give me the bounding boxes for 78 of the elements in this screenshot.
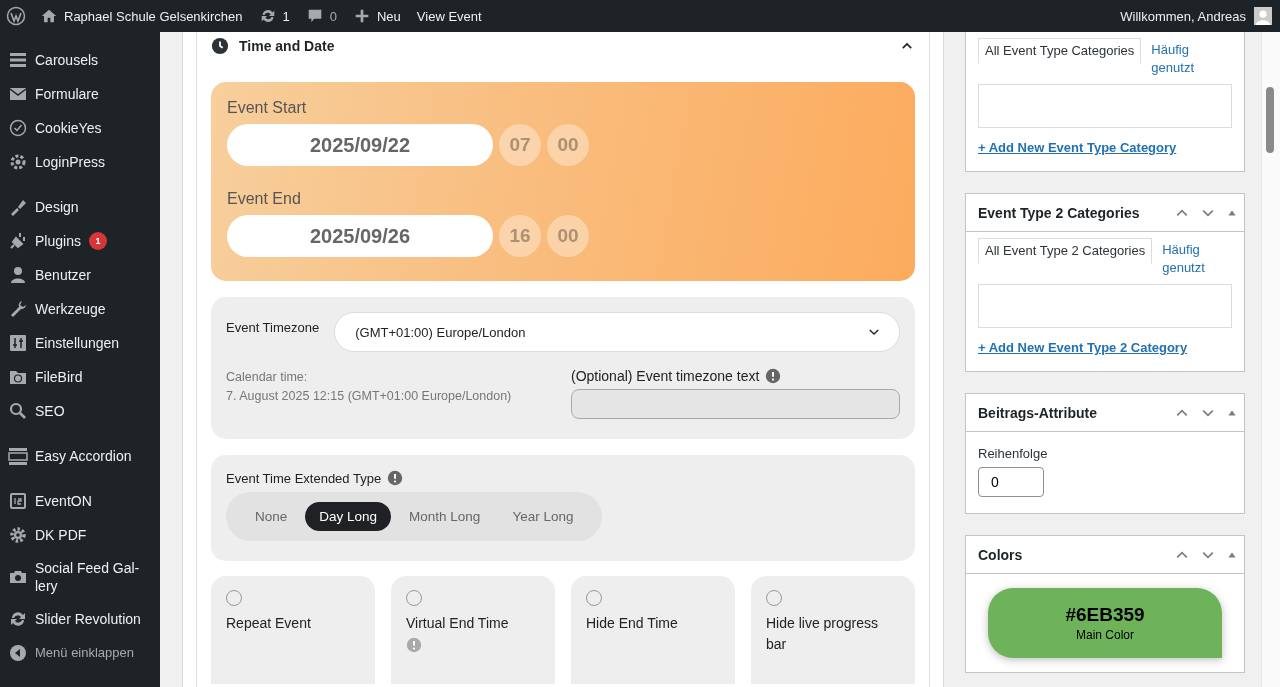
refresh-icon bbox=[8, 609, 28, 629]
sidebar-item[interactable]: Einstellungen bbox=[0, 326, 160, 360]
field-label: Event Start bbox=[227, 99, 308, 117]
field-label: Event Timezone bbox=[226, 319, 320, 335]
clock-check-icon bbox=[8, 118, 28, 138]
info-icon bbox=[387, 470, 404, 486]
sidebar-item[interactable]: Plugins 1 bbox=[0, 224, 160, 258]
search-icon bbox=[8, 401, 28, 421]
scrollbar[interactable] bbox=[1261, 32, 1280, 687]
date-field[interactable]: 2025/09/22 bbox=[227, 124, 493, 166]
color-swatch[interactable]: #6EB359 Main Color bbox=[988, 588, 1222, 658]
color-label: Main Color bbox=[1076, 628, 1134, 642]
category-tab[interactable]: All Event Type 2 Categories bbox=[978, 238, 1153, 264]
calendar-time-value: 7. August 2025 12:15 (GMT+01:00 Europe/London) bbox=[226, 388, 513, 405]
sidebar-item[interactable]: SEO bbox=[0, 394, 160, 428]
order-field[interactable]: 0 bbox=[978, 467, 1044, 497]
timezone-text-field[interactable] bbox=[571, 389, 900, 419]
segment-option[interactable]: Day Long bbox=[305, 502, 392, 531]
sidebar-item[interactable]: EventON bbox=[0, 484, 160, 518]
view-event-link[interactable]: View Event bbox=[408, 0, 490, 32]
sidebar-item[interactable]: DK PDF bbox=[0, 518, 160, 552]
sidebar-item[interactable]: Benutzer bbox=[0, 258, 160, 292]
site-link[interactable]: Raphael Schule Gelsenkirchen bbox=[32, 0, 251, 32]
panel-icon bbox=[8, 446, 28, 466]
sidebar-item[interactable]: Design bbox=[0, 190, 160, 224]
gear-icon bbox=[8, 152, 28, 172]
option-label: Hide live progress bar bbox=[766, 614, 880, 654]
color-hex: #6EB359 bbox=[1065, 604, 1145, 626]
logo-icon bbox=[6, 6, 26, 26]
add-category-link[interactable]: + Add New Event Type 2 Category bbox=[978, 340, 1188, 355]
sidebar-item[interactable]: Formulare bbox=[0, 77, 160, 111]
panel-title: Colors bbox=[978, 546, 1024, 563]
field-label: Event Time Extended Type bbox=[226, 470, 382, 486]
option-label: Hide End Time bbox=[586, 614, 679, 633]
field-label: Reihenfolge bbox=[978, 446, 1049, 461]
comments-link[interactable]: 0 bbox=[297, 0, 345, 32]
date-field[interactable]: 2025/09/26 bbox=[227, 215, 493, 257]
option-label: Virtual End Time bbox=[406, 614, 510, 633]
bars-icon bbox=[8, 50, 28, 70]
account-link[interactable]: Willkommen, Andreas bbox=[1112, 0, 1254, 32]
field-label: (Optional) Event timezone text bbox=[571, 368, 760, 384]
clock-icon bbox=[211, 37, 229, 55]
scrollbar-thumb[interactable] bbox=[1266, 87, 1274, 153]
sidebar-item[interactable]: Slider Revolution bbox=[0, 602, 160, 636]
collapse-menu-button[interactable]: Menü einklappen bbox=[0, 636, 160, 670]
panel-title: Event Type 2 Categories bbox=[978, 204, 1141, 221]
field-label: Event End bbox=[227, 190, 302, 208]
sidebar-item[interactable]: Carousels bbox=[0, 43, 160, 77]
sidebar-item[interactable]: Social Feed Gal-lery bbox=[0, 552, 160, 602]
sidebar-item[interactable]: Werkzeuge bbox=[0, 292, 160, 326]
updates-link[interactable]: 1 bbox=[250, 0, 298, 32]
segment-option[interactable]: Year Long bbox=[498, 502, 588, 531]
calendar-icon bbox=[8, 491, 28, 511]
option-label: Repeat Event bbox=[226, 614, 312, 633]
plug-icon bbox=[8, 231, 28, 251]
sidebar-item[interactable]: Easy Accordion bbox=[0, 439, 160, 473]
gear-icon bbox=[8, 525, 28, 545]
count-badge: 1 bbox=[88, 232, 107, 250]
category-tab[interactable]: Häufig genutzt bbox=[1145, 38, 1218, 80]
segment-option[interactable]: Month Long bbox=[395, 502, 495, 531]
avatar-icon bbox=[1254, 7, 1272, 25]
sliders-icon bbox=[8, 333, 28, 353]
sidebar-item[interactable]: CookieYes bbox=[0, 111, 160, 145]
calendar-time-label: Calendar time: bbox=[226, 369, 309, 386]
sidebar-item[interactable]: LoginPress bbox=[0, 145, 160, 179]
info-icon bbox=[765, 368, 782, 384]
section-title: Time and Date bbox=[239, 38, 336, 54]
person-icon bbox=[8, 265, 28, 285]
new-link[interactable]: Neu bbox=[344, 0, 409, 32]
segment-option[interactable]: None bbox=[241, 502, 302, 531]
add-category-link[interactable]: + Add New Event Type Category bbox=[978, 140, 1177, 155]
panel-title: Beitrags-Attribute bbox=[978, 404, 1098, 421]
caret-left-icon bbox=[8, 643, 28, 663]
timezone-dropdown[interactable]: (GMT+01:00) Europe/London bbox=[334, 312, 900, 352]
category-tab[interactable]: Häufig genutzt bbox=[1156, 238, 1228, 280]
category-tab[interactable]: All Event Type Categories bbox=[978, 38, 1142, 64]
home-icon bbox=[40, 7, 58, 25]
sidebar-item[interactable]: FileBird bbox=[0, 360, 160, 394]
